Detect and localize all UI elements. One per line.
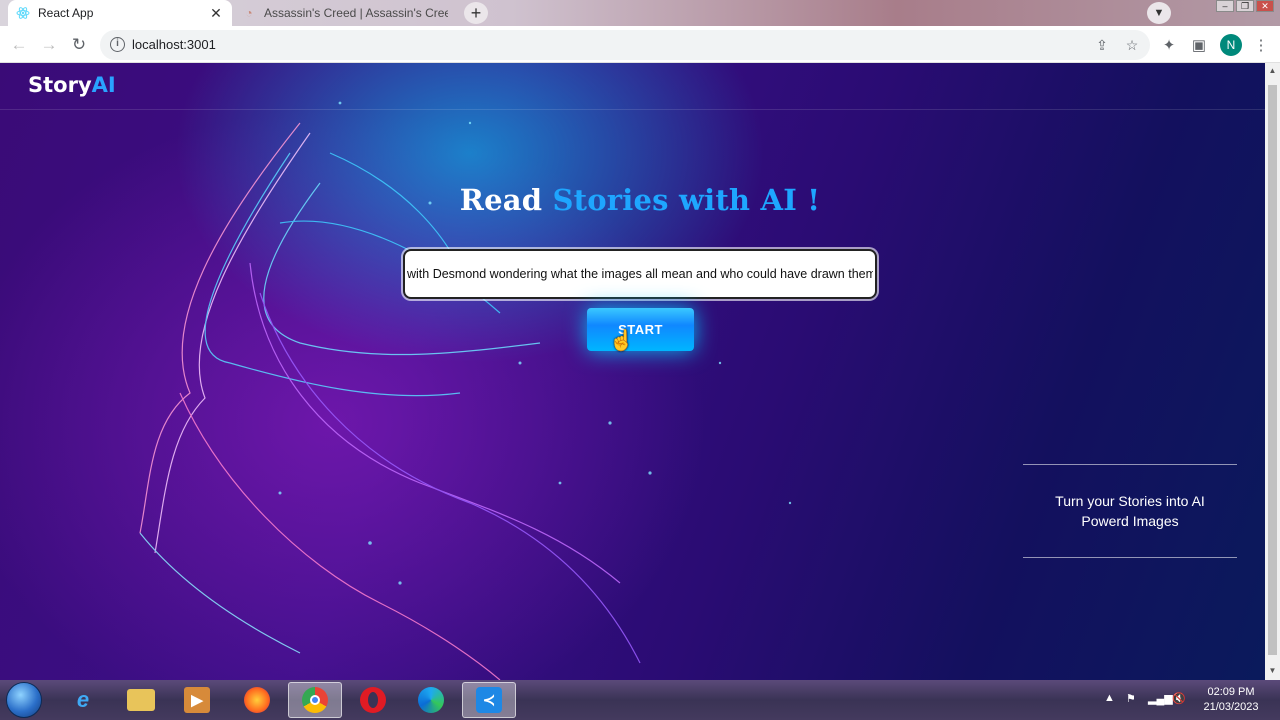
close-icon[interactable]: ✕ — [208, 5, 224, 21]
extensions-icon[interactable]: ✦ — [1158, 34, 1180, 56]
headline-lead: Read — [459, 183, 543, 217]
minimize-icon[interactable]: – — [1216, 0, 1234, 12]
firefox-icon[interactable] — [230, 682, 284, 718]
close-window-icon[interactable]: ✕ — [1256, 0, 1274, 12]
story-input[interactable] — [403, 249, 877, 299]
edge-icon[interactable] — [404, 682, 458, 718]
back-arrow-icon[interactable]: ← — [8, 34, 30, 56]
tab-search-button[interactable]: ▼ — [1147, 2, 1171, 24]
address-bar[interactable]: i localhost:3001 ⇪ ☆ — [100, 30, 1150, 60]
windows-taskbar: e ▶ ≺ ▲ ⚑ ▂▄▆ 🔇 02:09 PM 21/03/2023 — [0, 680, 1280, 720]
tab-react-app[interactable]: React App ✕ — [8, 0, 232, 26]
network-signal-icon[interactable]: ▂▄▆ — [1148, 692, 1173, 705]
headline-accent: Stories with AI ! — [552, 183, 821, 217]
tab-title: React App — [38, 6, 94, 20]
tab-assassins-creed[interactable]: ◔ Assassin's Creed | Assassin's Cree — [234, 0, 456, 26]
page-scrollbar[interactable]: ▲ ▼ — [1265, 63, 1280, 680]
media-player-icon[interactable]: ▶ — [170, 682, 224, 718]
react-icon — [16, 6, 30, 20]
tab-strip: React App ✕ ◔ Assassin's Creed | Assassi… — [0, 0, 1280, 26]
profile-avatar[interactable]: N — [1220, 34, 1242, 56]
scroll-down-icon[interactable]: ▼ — [1268, 666, 1277, 675]
url-text: localhost:3001 — [132, 37, 216, 52]
volume-muted-icon[interactable]: 🔇 — [1172, 692, 1186, 705]
menu-kebab-icon[interactable]: ⋮ — [1250, 34, 1272, 56]
particle-face-illustration — [139, 101, 792, 680]
internet-explorer-icon[interactable]: e — [56, 682, 110, 718]
storyai-logo[interactable]: StoryAI — [28, 73, 116, 97]
clock-date: 21/03/2023 — [1203, 701, 1259, 713]
info-icon[interactable]: i — [110, 37, 125, 52]
browser-toolbar: ← → ↻ i localhost:3001 ⇪ ☆ ✦ ▣ N ⋮ — [0, 26, 1280, 63]
hand-cursor-icon: ☝ — [609, 330, 634, 352]
tagline-panel: Turn your Stories into AI Powerd Images — [1023, 464, 1237, 558]
file-explorer-icon[interactable] — [114, 682, 168, 718]
header-divider — [0, 109, 1265, 110]
clock-time: 02:09 PM — [1207, 686, 1255, 698]
side-panel-icon[interactable]: ▣ — [1188, 34, 1210, 56]
page-icon: ◔ — [245, 6, 253, 20]
page-title: Read Stories with AI ! — [0, 183, 1265, 217]
action-center-flag-icon[interactable]: ⚑ — [1126, 692, 1136, 705]
logo-story-text: Story — [28, 73, 92, 97]
new-tab-button[interactable]: + — [464, 2, 488, 24]
logo-ai-text: AI — [91, 73, 116, 97]
reload-icon[interactable]: ↻ — [68, 34, 90, 56]
scroll-up-icon[interactable]: ▲ — [1268, 66, 1277, 75]
window-controls: – ❐ ✕ — [1216, 0, 1274, 12]
tab-title: Assassin's Creed | Assassin's Cree — [264, 6, 448, 20]
windows-start-icon[interactable] — [6, 682, 42, 718]
share-icon[interactable]: ⇪ — [1092, 35, 1112, 55]
forward-arrow-icon[interactable]: → — [38, 34, 60, 56]
scrollbar-thumb[interactable] — [1268, 85, 1277, 655]
chrome-icon[interactable] — [288, 682, 342, 718]
vscode-icon[interactable]: ≺ — [462, 682, 516, 718]
tray-expand-icon[interactable]: ▲ — [1104, 692, 1115, 704]
maximize-icon[interactable]: ❐ — [1236, 0, 1254, 12]
start-button[interactable]: START — [587, 308, 694, 351]
tagline-text: Turn your Stories into AI Powerd Images — [1055, 493, 1205, 529]
bookmark-star-icon[interactable]: ☆ — [1122, 35, 1142, 55]
system-clock[interactable]: 02:09 PM 21/03/2023 — [1198, 685, 1264, 715]
opera-icon[interactable] — [346, 682, 400, 718]
page-viewport: StoryAI Read Stories with AI ! START ☝ T… — [0, 63, 1265, 680]
